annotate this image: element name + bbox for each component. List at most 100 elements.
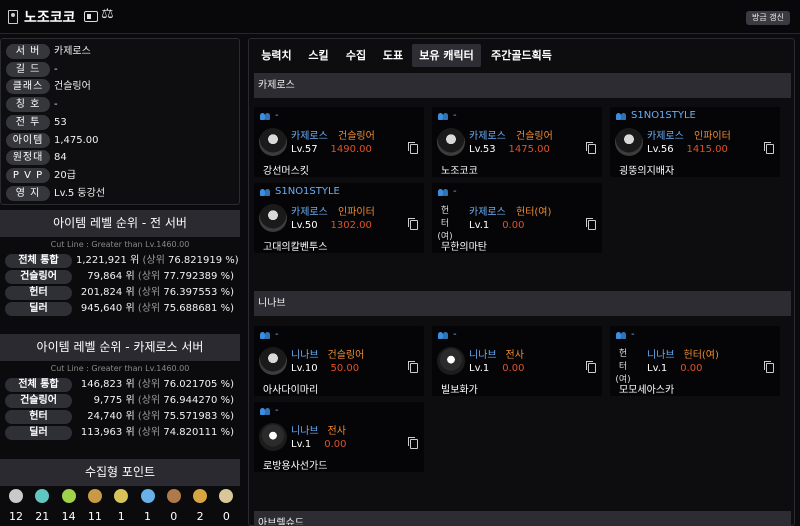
- profile-label: 전 투: [6, 114, 50, 130]
- character-level: Lv.53: [469, 144, 496, 155]
- collect-item[interactable]: 1: [137, 489, 159, 523]
- profile-row: 서 버 카제로스: [6, 44, 236, 60]
- character-server: 니나브: [291, 426, 319, 437]
- refresh-button[interactable]: 방금 갱신: [746, 11, 790, 25]
- character-server: 니나브: [647, 350, 675, 361]
- left-panel: 서 버 카제로스 길 드 - 클래스 건슬링어 칭 호-전 투 53 아이템 1,475.00 원정…: [0, 38, 241, 526]
- character-card[interactable]: S1NO1STYLE 카제로스 인파이터 Lv.50 1302.00 고대의칼벤투스: [254, 183, 424, 253]
- character-item-level: 0.00: [502, 363, 525, 374]
- character-server: 카제로스: [291, 207, 328, 218]
- tab-3[interactable]: 도표: [376, 44, 410, 67]
- profile-label: 원정대: [6, 150, 50, 166]
- rank-number: 113,963: [80, 427, 123, 438]
- collect-item[interactable]: 12: [5, 489, 27, 523]
- rank-number: 9,775: [93, 395, 123, 406]
- guild-name: -: [631, 329, 635, 340]
- rank-pct: 76.821919 %): [167, 255, 239, 266]
- character-server: 카제로스: [647, 131, 684, 142]
- rank-row: 딜러 945,640 위 (상위 75.688681 %): [0, 301, 240, 317]
- copy-icon[interactable]: [586, 142, 596, 154]
- guild-icon: [260, 113, 271, 121]
- character-card[interactable]: - 카제로스 건슬링어 Lv.57 1490.00 강선머스킷: [254, 107, 424, 177]
- guild-name: -: [453, 329, 457, 340]
- rank-label: 헌터: [5, 410, 72, 424]
- character-class: 전사: [327, 426, 346, 437]
- profile-value: 1,475.00: [54, 134, 99, 146]
- profile-value: 카제로스: [54, 46, 91, 57]
- character-item-level: 1490.00: [330, 144, 372, 155]
- character-class: 인파이터: [694, 131, 731, 142]
- character-level: Lv.10: [291, 363, 318, 374]
- character-name-title: 노조코코: [24, 10, 76, 26]
- character-portrait: [259, 423, 287, 451]
- rank-row: 딜러 113,963 위 (상위 74.820111 %): [0, 425, 240, 441]
- character-name: 로방용사선가드: [263, 461, 328, 472]
- character-level: Lv.50: [291, 220, 318, 231]
- rank-unit: 위: [125, 379, 135, 390]
- rank-row: 건슬링어 9,775 위 (상위 76.944270 %): [0, 393, 240, 409]
- character-card[interactable]: - 헌터(여) 카제로스 헌터(여) Lv.1 0.00 무한의마탄: [432, 183, 602, 253]
- profile-row: 클래스 건슬링어: [6, 79, 236, 95]
- copy-icon[interactable]: [408, 437, 418, 449]
- collect-item[interactable]: 0: [215, 489, 237, 523]
- rank-value: 1,221,921 위 (상위 76.821919 %): [76, 254, 239, 268]
- top-bar: 노조코코 ⚖ 방금 갱신: [0, 0, 800, 34]
- tab-4[interactable]: 보유 캐릭터: [412, 44, 481, 67]
- giant-heart-icon: [61, 489, 76, 503]
- orpheus-star-icon: [193, 489, 208, 503]
- copy-icon[interactable]: [764, 361, 774, 373]
- collect-item[interactable]: 14: [58, 489, 80, 523]
- character-card[interactable]: S1NO1STYLE 카제로스 인파이터 Lv.56 1415.00 굉뚱의지배자: [610, 107, 780, 177]
- rank-value: 9,775 위 (상위 76.944270 %): [76, 394, 234, 408]
- character-portrait: [615, 128, 643, 156]
- rank-pct-prefix: (상위: [137, 271, 161, 282]
- collect-item[interactable]: 0: [163, 489, 185, 523]
- rank-value: 146,823 위 (상위 76.021705 %): [76, 378, 234, 392]
- rank-server-cutline: Cut Line : Greater than Lv.1460.00: [50, 364, 190, 373]
- rank-unit: 위: [125, 427, 135, 438]
- tab-0[interactable]: 능력치: [254, 44, 299, 67]
- profile-label: 서 버: [6, 44, 50, 59]
- server-section-header: 아브렐슈드: [254, 511, 791, 525]
- collect-item[interactable]: 1: [110, 489, 132, 523]
- character-card[interactable]: - 니나브 전사 Lv.1 0.00 빌보화가: [432, 326, 602, 396]
- tab-1[interactable]: 스킬: [301, 44, 336, 67]
- mokoko-seed-icon: [9, 489, 23, 503]
- rank-number: 146,823: [80, 379, 123, 390]
- island-heart-icon: [35, 489, 50, 503]
- character-card[interactable]: - 헌터(여) 니나브 헌터(여) Lv.1 0.00 모모세아스카: [610, 326, 780, 396]
- collect-item[interactable]: 21: [31, 489, 53, 523]
- rank-row: 헌터 201,824 위 (상위 76.397553 %): [0, 285, 240, 301]
- copy-icon[interactable]: [408, 142, 418, 154]
- rank-label: 딜러: [5, 426, 72, 440]
- scale-icon[interactable]: ⚖: [101, 7, 114, 21]
- rank-row: 전체 통합 1,221,921 위 (상위 76.821919 %): [0, 253, 240, 269]
- character-level: Lv.1: [469, 363, 490, 374]
- copy-icon[interactable]: [586, 361, 596, 373]
- character-card[interactable]: - 니나브 건슬링어 Lv.10 50.00 아사다이마리: [254, 326, 424, 396]
- character-name: 굉뚱의지배자: [619, 166, 675, 177]
- character-card[interactable]: - 카제로스 건슬링어 Lv.53 1475.00 노조코코: [432, 107, 602, 177]
- rank-pct-prefix: (상위: [137, 395, 161, 406]
- copy-icon[interactable]: [408, 361, 418, 373]
- copy-icon[interactable]: [586, 218, 596, 230]
- collect-item[interactable]: 2: [189, 489, 211, 523]
- character-class: 전사: [505, 350, 524, 361]
- id-card-icon[interactable]: [84, 11, 98, 22]
- copy-icon[interactable]: [764, 142, 774, 154]
- collect-item[interactable]: 11: [84, 489, 106, 523]
- rank-pct-prefix: (상위: [137, 287, 161, 298]
- collect-value: 1: [117, 510, 125, 523]
- copy-icon[interactable]: [408, 218, 418, 230]
- guild-name: -: [275, 329, 279, 340]
- tab-2[interactable]: 수집: [338, 44, 374, 67]
- character-card[interactable]: - 니나브 전사 Lv.1 0.00 로방용사선가드: [254, 402, 424, 472]
- rank-server-title: 아이템 레벨 순위 - 카제로스 서버: [0, 334, 240, 361]
- guild-name: -: [275, 405, 279, 416]
- collect-value: 0: [222, 510, 230, 523]
- rank-number: 201,824: [80, 287, 123, 298]
- rank-number: 24,740: [87, 411, 123, 422]
- tab-5[interactable]: 주간골드획득: [483, 44, 560, 67]
- guild-icon: [616, 113, 627, 121]
- character-item-level: 0.00: [502, 220, 525, 231]
